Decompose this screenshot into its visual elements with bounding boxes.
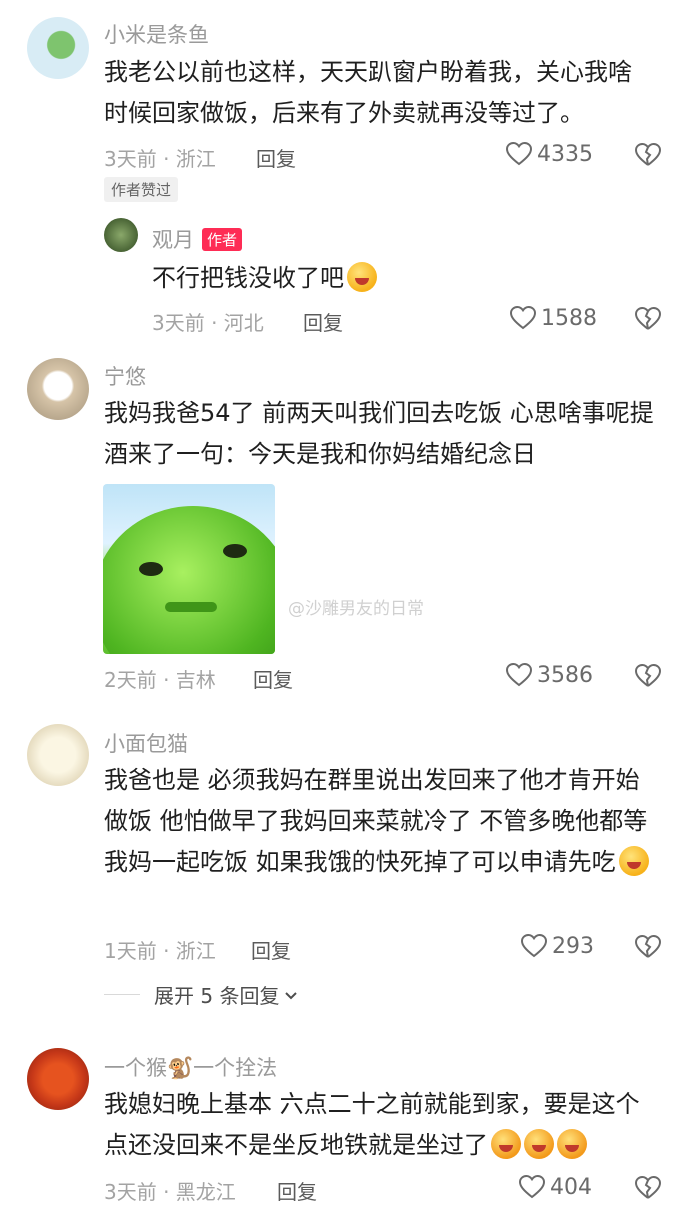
comment-text-content: 不行把钱没收了吧 [152, 264, 344, 292]
dislike-button[interactable] [634, 663, 662, 693]
avatar[interactable] [27, 17, 89, 79]
like-count: 4335 [537, 141, 593, 167]
broken-heart-icon [634, 1175, 662, 1199]
like-button[interactable]: 3586 [505, 662, 593, 688]
comment-image[interactable] [103, 484, 275, 654]
like-button[interactable]: 404 [518, 1174, 592, 1200]
like-button[interactable]: 1588 [509, 305, 597, 331]
broken-heart-icon [634, 142, 662, 166]
watermark: @沙雕男友的日常 [288, 599, 424, 619]
like-count: 3586 [537, 662, 593, 688]
username[interactable]: 一个猴🐒一个拴法 [104, 1052, 277, 1082]
comment-meta: 1天前 · 浙江 [104, 939, 216, 963]
hugging-emoji-icon [618, 846, 649, 876]
dislike-button[interactable] [634, 934, 662, 964]
heart-outline-icon [505, 141, 533, 166]
angry-emoji-icon [557, 1129, 587, 1159]
username[interactable]: 宁悠 [104, 361, 146, 391]
left-eye [139, 562, 163, 576]
angry-emoji-icon [491, 1129, 521, 1159]
comment-text-content: 我爸也是 必须我妈在群里说出发回来了他才肯开始做饭 他怕做早了我妈回来菜就冷了 … [104, 766, 648, 876]
username[interactable]: 小米是条鱼 [104, 19, 209, 49]
comment-text: 我爸也是 必须我妈在群里说出发回来了他才肯开始做饭 他怕做早了我妈回来菜就冷了 … [104, 760, 649, 883]
angry-emoji-icon [524, 1129, 554, 1159]
heart-outline-icon [520, 933, 548, 958]
right-eye [223, 544, 247, 558]
reply-button[interactable]: 回复 [303, 307, 343, 336]
comment-text: 我媳妇晚上基本 六点二十之前就能到家，要是这个点还没回来不是坐反地铁就是坐过了 [104, 1084, 649, 1166]
dislike-button[interactable] [634, 306, 662, 336]
comment-meta: 3天前 · 河北 [152, 311, 264, 335]
reply-button[interactable]: 回复 [256, 143, 296, 172]
comment-meta: 2天前 · 吉林 [104, 668, 216, 692]
reply-button[interactable]: 回复 [251, 935, 291, 964]
mouth [165, 602, 217, 612]
reply-button[interactable]: 回复 [277, 1176, 317, 1205]
avatar[interactable] [27, 1048, 89, 1110]
reply-button[interactable]: 回复 [253, 664, 293, 693]
username[interactable]: 小面包猫 [104, 728, 188, 758]
like-count: 1588 [541, 305, 597, 331]
comment-meta: 3天前 · 浙江 [104, 147, 216, 171]
divider [104, 994, 140, 995]
broken-heart-icon [634, 663, 662, 687]
dislike-button[interactable] [634, 142, 662, 172]
heart-outline-icon [509, 305, 537, 330]
like-count: 404 [550, 1174, 592, 1200]
chevron-down-icon [285, 991, 298, 999]
laughing-emoji-icon [347, 262, 377, 292]
author-badge: 作者 [202, 228, 243, 251]
lime-face [103, 506, 275, 654]
like-count: 293 [552, 933, 594, 959]
dislike-button[interactable] [634, 1175, 662, 1205]
heart-outline-icon [505, 662, 533, 687]
comment-text: 我妈我爸54了 前两天叫我们回去吃饭 心思啥事呢提酒来了一句：今天是我和你妈结婚… [104, 399, 654, 468]
heart-outline-icon [518, 1174, 546, 1199]
like-button[interactable]: 293 [520, 933, 594, 959]
avatar[interactable] [104, 218, 138, 252]
broken-heart-icon [634, 934, 662, 958]
username[interactable]: 观月 作者 [152, 224, 243, 254]
expand-label: 展开 5 条回复 [154, 984, 280, 1008]
broken-heart-icon [634, 306, 662, 330]
expand-replies-button[interactable]: 展开 5 条回复 [104, 980, 299, 1009]
username-text: 观月 [152, 228, 194, 252]
like-button[interactable]: 4335 [505, 141, 593, 167]
comment-text: 我老公以前也这样，天天趴窗户盼着我，关心我啥时候回家做饭，后来有了外卖就再没等过… [104, 58, 632, 127]
avatar[interactable] [27, 358, 89, 420]
comment-text: 不行把钱没收了吧 [152, 258, 632, 299]
avatar[interactable] [27, 724, 89, 786]
comment-meta: 3天前 · 黑龙江 [104, 1180, 236, 1204]
author-liked-badge: 作者赞过 [104, 177, 179, 202]
